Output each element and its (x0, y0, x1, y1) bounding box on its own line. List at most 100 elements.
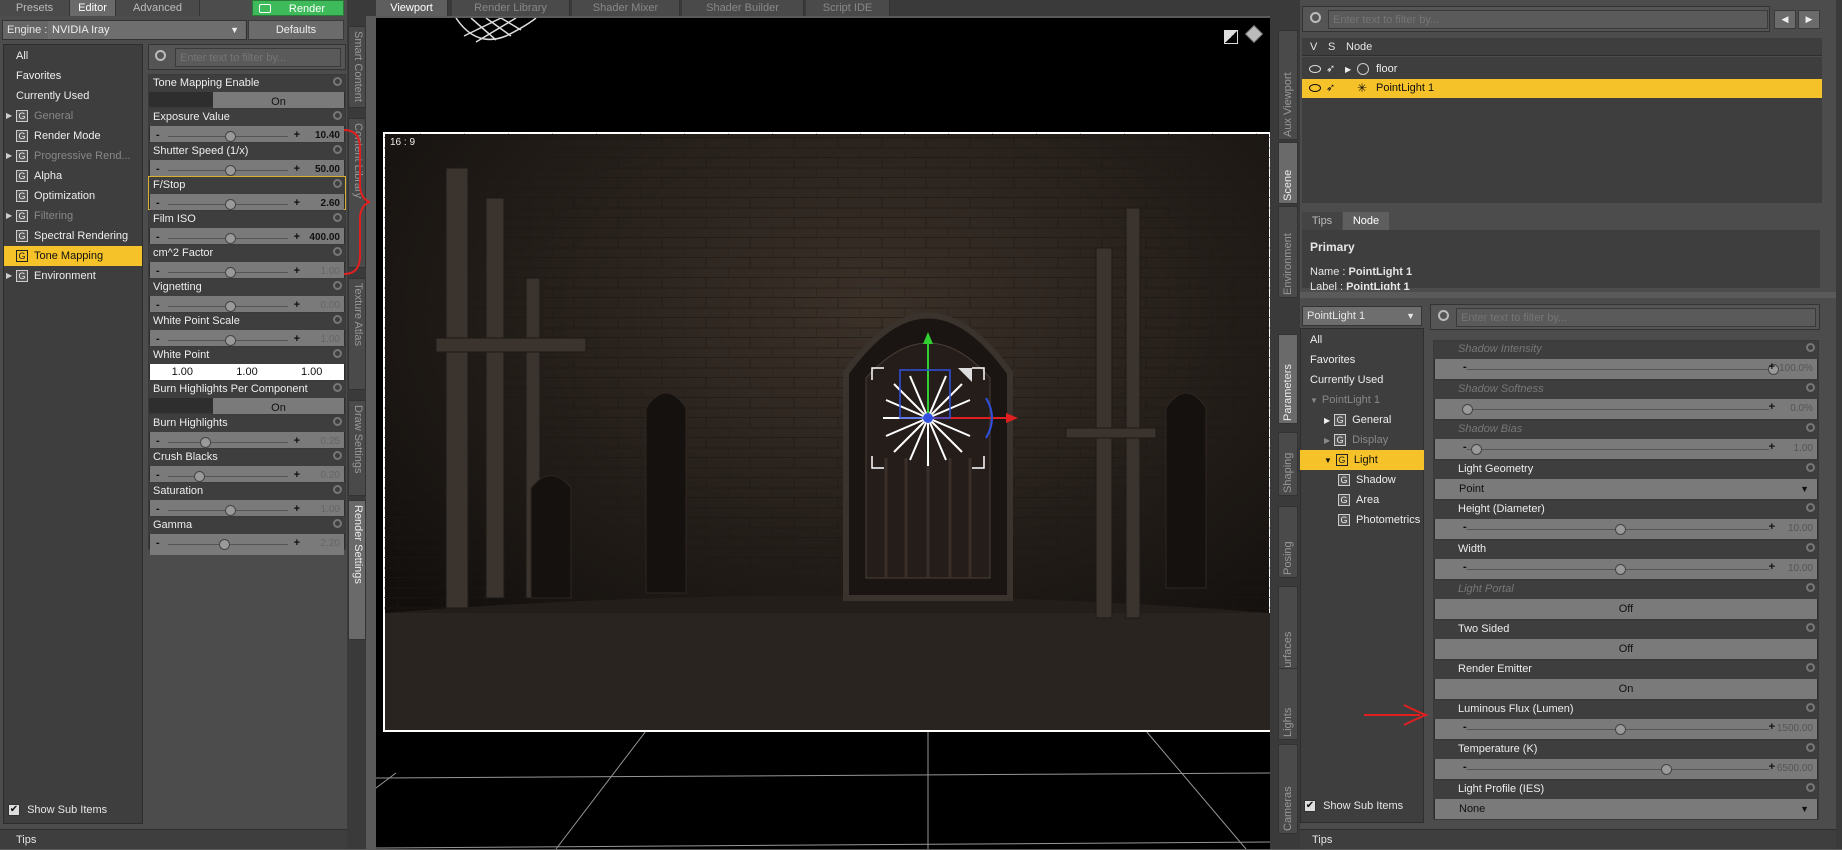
minus-icon[interactable]: - (1463, 561, 1467, 573)
slider-value[interactable]: 10.40 (315, 130, 340, 141)
viewport-tab-3[interactable]: Shader Builder (682, 0, 804, 16)
col-selectable[interactable]: S (1328, 38, 1335, 56)
category-item[interactable]: All (4, 46, 142, 66)
slider-knob[interactable] (194, 471, 205, 482)
plus-icon[interactable]: + (1769, 521, 1775, 533)
plus-icon[interactable]: + (294, 435, 300, 447)
param-category[interactable]: Currently Used (1300, 370, 1424, 390)
slider-track[interactable] (168, 476, 288, 477)
slider-value[interactable]: 0.25 (321, 436, 340, 447)
param-category[interactable]: ▼ G Light (1300, 450, 1424, 470)
expand-arrow-icon[interactable]: ▶ (6, 106, 12, 126)
right-tab-4[interactable]: Shaping (1278, 432, 1298, 496)
slider-value[interactable]: 2.20 (321, 538, 340, 549)
side-tab-3[interactable]: Draw Settings (348, 400, 366, 496)
viewport[interactable]: 16 : 9 (376, 18, 1270, 849)
category-item[interactable]: Currently Used (4, 86, 142, 106)
value-slider[interactable]: - +10.00 (1435, 519, 1817, 539)
expand-arrow-icon[interactable]: ▶ (1324, 416, 1330, 425)
minus-icon[interactable]: - (1463, 361, 1467, 373)
right-show-sub-items-checkbox[interactable]: ✔ Show Sub Items (1304, 800, 1424, 814)
param-category[interactable]: G Area (1300, 490, 1424, 510)
plus-icon[interactable]: + (294, 333, 300, 345)
gear-icon[interactable] (1806, 743, 1815, 752)
plus-icon[interactable]: + (294, 503, 300, 515)
eye-icon[interactable] (1309, 65, 1321, 73)
minus-icon[interactable]: - (156, 231, 160, 243)
plus-icon[interactable]: + (294, 265, 300, 277)
param-category[interactable]: G Shadow (1300, 470, 1424, 490)
value-slider[interactable]: -+0.0% (1435, 399, 1817, 419)
color-field[interactable]: 1.00 (215, 364, 280, 381)
category-item[interactable]: G Tone Mapping (4, 246, 142, 266)
tab-presets[interactable]: Presets (0, 0, 70, 16)
expand-arrow-icon[interactable]: ▶ (6, 146, 12, 166)
slider-track[interactable] (1467, 409, 1769, 410)
tab-editor[interactable]: Editor (70, 0, 116, 16)
right-tab-0[interactable]: Aux Viewport (1278, 30, 1298, 140)
param-category[interactable]: All (1300, 330, 1424, 350)
gear-icon[interactable] (333, 485, 342, 494)
minus-icon[interactable]: - (1463, 521, 1467, 533)
defaults-button[interactable]: Defaults (248, 20, 344, 40)
show-sub-items-checkbox[interactable]: ✔ Show Sub Items (8, 804, 128, 818)
slider-track[interactable] (1467, 369, 1769, 370)
color-field[interactable]: 1.00 (279, 364, 344, 381)
plus-icon[interactable]: + (1769, 361, 1775, 373)
minus-icon[interactable]: - (156, 163, 160, 175)
plus-icon[interactable]: + (294, 469, 300, 481)
tab-tips[interactable]: Tips (1302, 212, 1342, 230)
minus-icon[interactable]: - (156, 469, 160, 481)
right-tab-1[interactable]: Scene (1278, 142, 1298, 204)
slider-value[interactable]: 100.0% (1779, 363, 1813, 374)
minus-icon[interactable]: - (1463, 721, 1467, 733)
right-tab-5[interactable]: Posing (1278, 506, 1298, 578)
nav-back-button[interactable]: ◀ (1774, 10, 1796, 29)
side-tab-0[interactable]: Smart Content (348, 26, 366, 108)
slider-value[interactable]: 1.00 (1794, 443, 1813, 454)
value-slider[interactable]: - +100.0% (1435, 359, 1817, 379)
category-item[interactable]: ▶ G Environment (4, 266, 142, 286)
slider-knob[interactable] (225, 233, 236, 244)
category-item[interactable]: ▶ G General (4, 106, 142, 126)
slider-knob[interactable] (225, 301, 236, 312)
minus-icon[interactable]: - (156, 129, 160, 141)
slider-track[interactable] (1467, 769, 1769, 770)
render-button[interactable]: Render (252, 0, 344, 16)
cursor-icon[interactable]: ➶ (1326, 79, 1335, 98)
minus-icon[interactable]: - (156, 265, 160, 277)
toggle-button[interactable]: Off (1435, 639, 1817, 659)
color-field[interactable]: 1.00 (150, 364, 215, 381)
plus-icon[interactable]: + (294, 163, 300, 175)
minus-icon[interactable]: - (156, 299, 160, 311)
scene-row-pointlight[interactable]: ➶ ✳ PointLight 1 (1302, 79, 1822, 98)
slider-knob[interactable] (225, 165, 236, 176)
value-slider[interactable]: - +1500.00 (1435, 719, 1817, 739)
plus-icon[interactable]: + (294, 197, 300, 209)
category-item[interactable]: ▶ G Progressive Rend... (4, 146, 142, 166)
right-tab-6[interactable]: Surfaces (1278, 586, 1298, 678)
slider-value[interactable]: 1.00 (321, 334, 340, 345)
slider-knob[interactable] (1471, 444, 1483, 455)
slider-value[interactable]: 1500.00 (1777, 723, 1813, 734)
gear-icon[interactable] (1806, 383, 1815, 392)
gear-icon[interactable] (1806, 703, 1815, 712)
scene-filter-input[interactable] (1328, 10, 1768, 29)
minus-icon[interactable]: - (156, 503, 160, 515)
category-item[interactable]: G Spectral Rendering (4, 226, 142, 246)
slider-knob[interactable] (225, 505, 236, 516)
plus-icon[interactable]: + (294, 537, 300, 549)
slider-value[interactable]: 400.00 (309, 232, 340, 243)
plus-icon[interactable]: + (294, 299, 300, 311)
slider-knob[interactable] (225, 335, 236, 346)
param-category[interactable]: Favorites (1300, 350, 1424, 370)
slider-track[interactable] (1467, 449, 1769, 450)
slider-knob[interactable] (225, 199, 236, 210)
gear-icon[interactable] (1806, 663, 1815, 672)
param-filter-input[interactable] (1456, 308, 1816, 327)
nav-forward-button[interactable]: ▶ (1798, 10, 1820, 29)
tab-node[interactable]: Node (1343, 212, 1389, 230)
param-node-select[interactable]: PointLight 1 ▼ (1302, 306, 1422, 326)
slider-value[interactable]: 1.00 (321, 266, 340, 277)
param-category[interactable]: G Photometrics (1300, 510, 1424, 530)
